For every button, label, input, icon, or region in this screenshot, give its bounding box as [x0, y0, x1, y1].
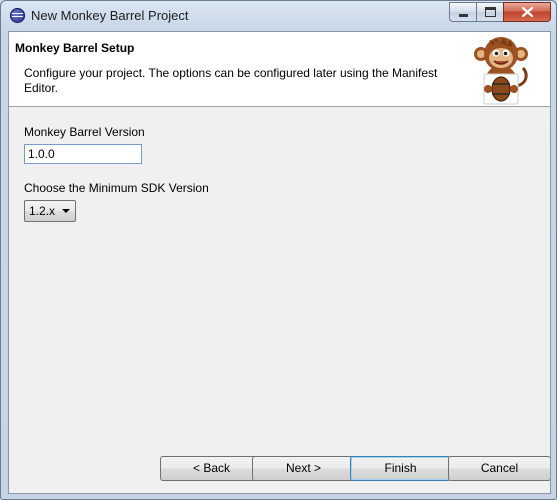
- version-label: Monkey Barrel Version: [24, 125, 145, 139]
- minimize-button[interactable]: [449, 2, 477, 22]
- title-bar[interactable]: New Monkey Barrel Project: [1, 1, 556, 31]
- page-description: Configure your project. The options can …: [24, 66, 438, 95]
- monkey-with-barrel-icon: [474, 37, 528, 105]
- back-button[interactable]: < Back: [160, 456, 263, 481]
- sdk-version-label: Choose the Minimum SDK Version: [24, 181, 209, 195]
- close-icon: [521, 7, 533, 17]
- maximize-button[interactable]: [476, 2, 504, 22]
- finish-button[interactable]: Finish: [350, 456, 451, 481]
- cancel-button[interactable]: Cancel: [448, 456, 550, 481]
- minimize-icon: [458, 14, 468, 17]
- version-input[interactable]: [24, 144, 142, 164]
- maximize-icon: [484, 7, 496, 17]
- page-title: Monkey Barrel Setup: [15, 41, 135, 55]
- sdk-version-select[interactable]: 1.2.x: [24, 200, 76, 222]
- wizard-content: Monkey Barrel Setup Configure your proje…: [8, 31, 551, 494]
- next-button[interactable]: Next >: [252, 456, 355, 481]
- chevron-down-icon: [62, 209, 70, 213]
- eclipse-icon: [10, 8, 25, 23]
- wizard-window: New Monkey Barrel Project Monkey Barrel …: [0, 0, 557, 500]
- close-button[interactable]: [503, 2, 551, 22]
- window-title: New Monkey Barrel Project: [31, 8, 189, 23]
- wizard-banner: Monkey Barrel Setup Configure your proje…: [9, 32, 550, 107]
- sdk-version-value: 1.2.x: [29, 204, 56, 218]
